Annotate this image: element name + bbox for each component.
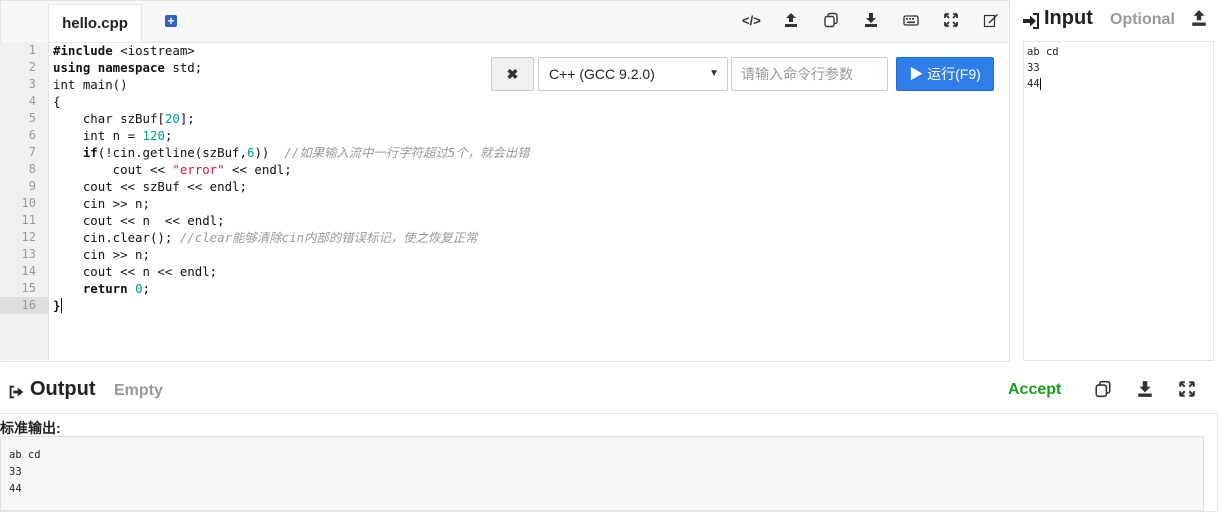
- copy-output-icon[interactable]: [1092, 380, 1114, 403]
- code-line-1[interactable]: #include <iostream>: [53, 42, 195, 59]
- keyboard-icon[interactable]: [902, 12, 920, 30]
- stdout-line: 44: [9, 483, 22, 495]
- line-number: 14: [21, 264, 36, 278]
- code-line-10[interactable]: cin >> n;: [53, 195, 150, 212]
- code-line-15[interactable]: return 0;: [53, 280, 150, 297]
- line-number: 4: [28, 94, 36, 108]
- stdin-textarea[interactable]: [1023, 41, 1214, 361]
- line-number: 9: [28, 179, 36, 193]
- upload-icon[interactable]: [782, 12, 800, 30]
- line-number: 8: [28, 162, 36, 176]
- tab-hello-cpp[interactable]: hello.cpp: [48, 4, 142, 42]
- line-number: 15: [21, 281, 36, 295]
- input-subtitle: Optional: [1110, 11, 1175, 28]
- stdin-line: 33: [1027, 62, 1040, 74]
- line-number: 7: [28, 145, 36, 159]
- line-number: 10: [21, 196, 36, 210]
- line-number: 16: [0, 297, 48, 314]
- line-number: 1: [28, 43, 36, 57]
- output-title: Output: [30, 378, 96, 400]
- copy-icon[interactable]: [822, 12, 840, 30]
- code-line-11[interactable]: cout << n << endl;: [53, 212, 225, 229]
- input-title: Input: [1044, 7, 1093, 29]
- status-badge: Accept: [1008, 381, 1062, 398]
- download-output-icon[interactable]: [1134, 380, 1156, 403]
- line-number: 5: [28, 111, 36, 125]
- command-args-input[interactable]: 请输入命令行参数: [731, 57, 888, 91]
- download-icon[interactable]: [862, 12, 880, 30]
- code-line-3[interactable]: int main(): [53, 76, 128, 93]
- stdin-line: ab cd: [1027, 46, 1059, 58]
- fullscreen-output-icon[interactable]: [1176, 380, 1198, 403]
- chevron-down-icon: ▼: [709, 68, 719, 79]
- code-line-8[interactable]: cout << "error" << endl;: [53, 161, 292, 178]
- code-line-16[interactable]: }: [53, 297, 63, 314]
- input-upload-icon[interactable]: [1190, 9, 1208, 32]
- line-number: 13: [21, 247, 36, 261]
- code-line-14[interactable]: cout << n << endl;: [53, 263, 217, 280]
- stdin-line: 44: [1027, 78, 1041, 90]
- code-line-13[interactable]: cin >> n;: [53, 246, 150, 263]
- sign-in-icon: [1021, 11, 1041, 31]
- language-select-value: C++ (GCC 9.2.0): [549, 66, 655, 82]
- output-subtitle: Empty: [114, 382, 163, 399]
- stdout-line: ab cd: [9, 449, 41, 461]
- add-file-icon[interactable]: +: [165, 15, 177, 27]
- language-select[interactable]: C++ (GCC 9.2.0) ▼: [538, 57, 728, 91]
- line-number: 11: [21, 213, 36, 227]
- stdout-label: 标准输出:: [0, 420, 61, 436]
- stop-button[interactable]: ✖: [491, 57, 534, 91]
- code-line-5[interactable]: char szBuf[20];: [53, 110, 195, 127]
- stdout-box[interactable]: [0, 436, 1204, 511]
- code-line-4[interactable]: {: [53, 93, 60, 110]
- line-number: 3: [28, 77, 36, 91]
- line-number: 12: [21, 230, 36, 244]
- code-icon[interactable]: </>: [742, 12, 761, 30]
- edit-icon[interactable]: [982, 12, 1000, 30]
- code-line-2[interactable]: using namespace std;: [53, 59, 202, 76]
- line-number: 6: [28, 128, 36, 142]
- code-line-9[interactable]: cout << szBuf << endl;: [53, 178, 247, 195]
- run-button[interactable]: ▶ 运行(F9): [896, 57, 994, 91]
- sign-out-icon: [7, 383, 25, 401]
- stdout-line: 33: [9, 466, 22, 478]
- code-line-7[interactable]: if(!cin.getline(szBuf,6)) //如果输入流中一行字符超过…: [53, 144, 530, 161]
- tab-bar: [1, 1, 1009, 43]
- line-number: 2: [28, 60, 36, 74]
- code-line-6[interactable]: int n = 120;: [53, 127, 173, 144]
- code-line-12[interactable]: cin.clear(); //clear能够清除cin内部的错误标记，使之恢复正…: [53, 229, 478, 246]
- fullscreen-icon[interactable]: [942, 12, 960, 30]
